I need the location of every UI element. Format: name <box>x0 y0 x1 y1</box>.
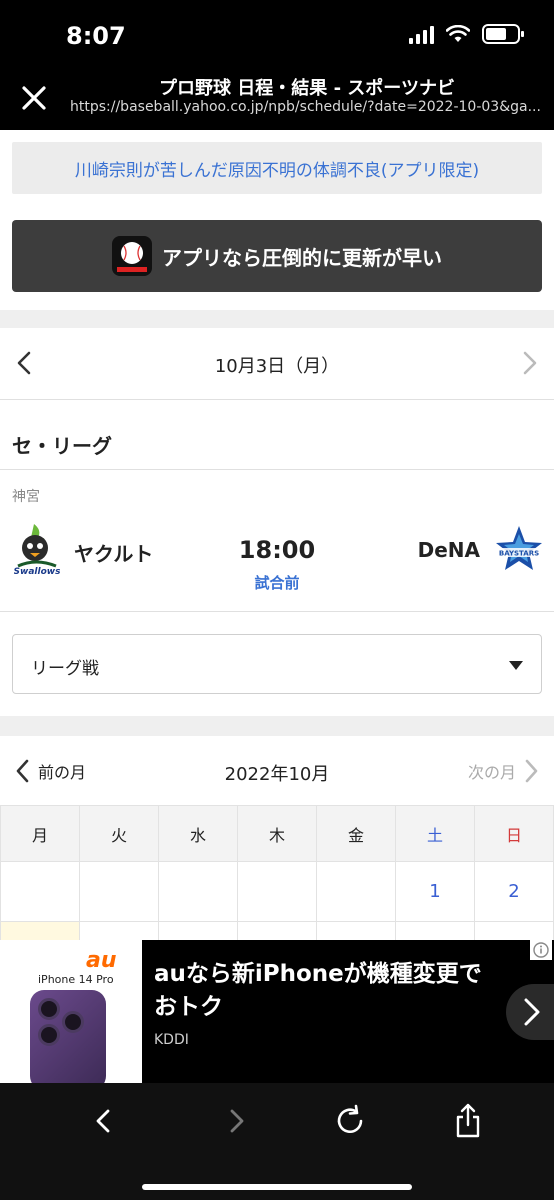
ad-arrow-button[interactable] <box>506 984 554 1040</box>
section-gap <box>0 310 554 328</box>
sportsnavi-app-icon <box>112 236 152 276</box>
current-date: 10月3日（月） <box>214 356 340 377</box>
status-bar: 8:07 <box>0 0 554 70</box>
date-navigation: 10月3日（月） <box>0 328 554 400</box>
ad-sponsor: KDDI <box>154 1032 189 1048</box>
weekday-thu: 木 <box>237 805 317 862</box>
ad-model-name: iPhone 14 Pro <box>38 973 114 986</box>
divider <box>0 469 554 470</box>
news-link[interactable]: 川崎宗則が苦しんだ原因不明の体調不良(アプリ限定) <box>12 142 542 194</box>
ad-brand-logo: au <box>86 948 117 973</box>
home-indicator[interactable] <box>142 1184 412 1190</box>
ad-image: au iPhone 14 Pro <box>0 940 142 1083</box>
forward-icon[interactable] <box>218 1103 254 1139</box>
reload-icon[interactable] <box>332 1103 368 1139</box>
next-day-chevron-icon[interactable] <box>514 348 544 378</box>
status-time: 8:07 <box>66 22 126 50</box>
cellular-signal-icon <box>409 24 434 44</box>
month-navigation: 前の月 2022年10月 次の月 <box>0 736 554 804</box>
calendar-week-row: 1 2 <box>0 861 554 922</box>
calendar-day <box>316 861 396 922</box>
divider <box>0 611 554 612</box>
calendar-day[interactable] <box>158 921 238 940</box>
league-heading: セ・リーグ <box>12 434 112 458</box>
calendar-day <box>237 861 317 922</box>
calendar-day <box>158 861 238 922</box>
away-team-name: DeNA <box>417 538 480 562</box>
weekday-mon: 月 <box>0 805 80 862</box>
baystars-logo-icon: BAYSTARS <box>496 526 542 570</box>
ad-headline: auなら新iPhoneが機種変更でおトク <box>154 961 482 1020</box>
close-icon[interactable] <box>18 82 50 114</box>
status-icons <box>409 24 524 44</box>
browser-toolbar <box>0 1083 554 1200</box>
ad-info-icon[interactable] <box>530 940 552 960</box>
calendar-day[interactable] <box>395 921 475 940</box>
dropdown-caret-icon <box>509 661 523 670</box>
weekday-tue: 火 <box>79 805 159 862</box>
svg-text:BAYSTARS: BAYSTARS <box>499 550 539 558</box>
calendar-day <box>0 861 80 922</box>
app-banner-label: アプリなら圧倒的に更新が早い <box>162 245 442 270</box>
battery-icon <box>482 24 524 44</box>
stadium-name: 神宮 <box>12 489 40 505</box>
calendar-day[interactable] <box>79 921 159 940</box>
app-banner-button[interactable]: アプリなら圧倒的に更新が早い <box>12 220 542 292</box>
game-status: 試合前 <box>254 574 300 592</box>
league-filter-select[interactable]: リーグ戦 <box>12 634 542 694</box>
page-url: https://baseball.yahoo.co.jp/npb/schedul… <box>70 99 541 115</box>
browser-header: プロ野球 日程・結果 - スポーツナビ https://baseball.yah… <box>0 70 554 130</box>
calendar-grid: 月 火 水 木 金 土 日 1 2 <box>0 805 554 940</box>
weekday-fri: 金 <box>316 805 396 862</box>
calendar-week-row <box>0 921 554 940</box>
iphone-image-icon <box>30 990 106 1083</box>
page-content: 川崎宗則が苦しんだ原因不明の体調不良(アプリ限定) アプリなら圧倒的に更新が早い… <box>0 130 554 940</box>
calendar-day[interactable] <box>237 921 317 940</box>
chevron-right-icon <box>524 998 540 1026</box>
next-month-link[interactable]: 次の月 <box>468 758 540 784</box>
league-filter-value: リーグ戦 <box>31 659 99 679</box>
next-month-label: 次の月 <box>467 763 516 782</box>
calendar-day[interactable] <box>316 921 396 940</box>
wifi-icon <box>446 25 470 42</box>
calendar-day <box>79 861 159 922</box>
back-icon[interactable] <box>86 1103 122 1139</box>
page-title: プロ野球 日程・結果 - スポーツナビ <box>159 78 455 99</box>
calendar-day[interactable] <box>0 921 80 940</box>
calendar-day[interactable] <box>474 921 554 940</box>
weekday-sun: 日 <box>474 805 554 862</box>
weekday-header-row: 月 火 水 木 金 土 日 <box>0 805 554 862</box>
section-gap <box>0 716 554 736</box>
calendar-day[interactable]: 1 <box>395 861 475 922</box>
share-icon[interactable] <box>450 1103 486 1139</box>
chevron-right-icon <box>525 759 538 783</box>
weekday-wed: 水 <box>158 805 238 862</box>
calendar-day[interactable]: 2 <box>474 861 554 922</box>
weekday-sat: 土 <box>395 805 475 862</box>
advertisement-banner[interactable]: au iPhone 14 Pro auなら新iPhoneが機種変更でおトク KD… <box>0 940 554 1083</box>
